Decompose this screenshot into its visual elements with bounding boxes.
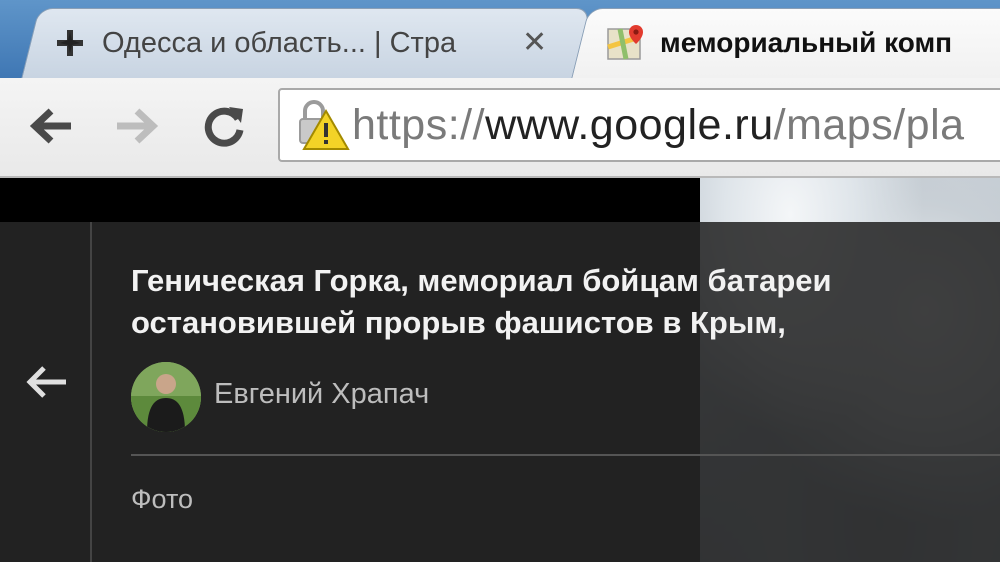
tab-title: Одесса и область... | Стра <box>102 26 457 59</box>
forward-arrow-icon <box>117 108 159 144</box>
author-name[interactable]: Евгений Храпач <box>214 378 429 411</box>
google-maps-favicon-icon <box>606 23 646 63</box>
back-arrow-icon <box>26 366 66 398</box>
url-host: www.google.ru <box>485 100 774 149</box>
url-text: https://www.google.ru/maps/pla <box>352 101 965 150</box>
panel-back-button[interactable] <box>22 362 68 402</box>
back-arrow-icon <box>29 108 71 144</box>
tab-maps-content[interactable]: мемориальный комп <box>606 8 1000 78</box>
place-title-line: остановившей прорыв фашистов в Крым, <box>131 305 786 340</box>
address-bar[interactable]: https://www.google.ru/maps/pla <box>278 88 1000 162</box>
divider <box>131 454 1000 456</box>
back-button[interactable] <box>22 98 78 154</box>
close-tab-icon[interactable]: ✕ <box>522 28 547 58</box>
warning-lock-icon[interactable] <box>294 97 350 153</box>
section-label-photo: Фото <box>131 484 194 514</box>
avatar[interactable] <box>131 362 201 432</box>
panel-divider <box>90 222 92 562</box>
url-path: /maps/pla <box>773 100 965 149</box>
place-title-line: Геническая Горка, мемориал бойцам батаре… <box>131 263 832 298</box>
url-scheme: https:// <box>352 100 486 149</box>
reload-icon <box>204 107 244 147</box>
forward-button[interactable] <box>110 98 166 154</box>
cross-favicon-icon <box>52 25 88 61</box>
place-title: Геническая Горка, мемориал бойцам батаре… <box>131 260 991 344</box>
info-panel-overlay: Геническая Горка, мемориал бойцам батаре… <box>0 222 1000 562</box>
tab-title: мемориальный комп <box>660 27 953 58</box>
maps-content: Геническая Горка, мемориал бойцам батаре… <box>0 176 1000 562</box>
reload-button[interactable] <box>196 98 252 154</box>
browser-toolbar: https://www.google.ru/maps/pla <box>0 78 1000 178</box>
tab-odessa-content[interactable]: Одесса и область... | Стра ✕ <box>52 8 562 78</box>
